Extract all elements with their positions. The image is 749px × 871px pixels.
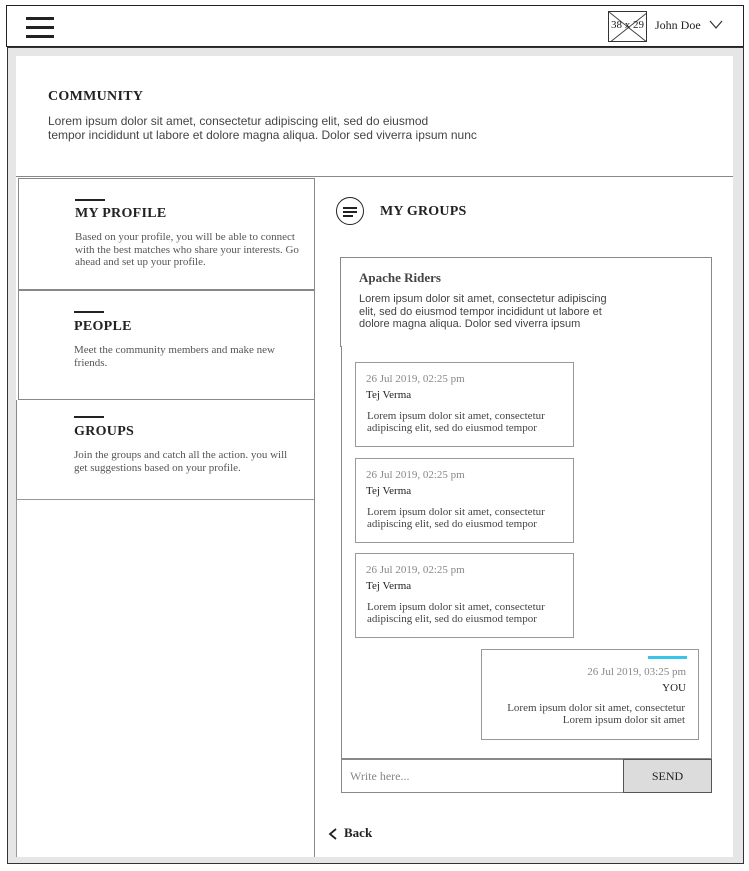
chat-input[interactable] — [342, 760, 623, 792]
message-time: 26 Jul 2019, 02:25 pm — [366, 373, 465, 385]
chat-message: 26 Jul 2019, 02:25 pm Tej Verma Lorem ip… — [355, 362, 574, 447]
top-bar: 38 x 29 John Doe — [6, 5, 744, 47]
send-button[interactable]: SEND — [623, 759, 712, 793]
nav-card-my-profile[interactable]: MY PROFILE Based on your profile, you wi… — [18, 178, 315, 290]
chevron-left-icon — [328, 828, 337, 840]
message-text-line: Lorem ipsum dolor sit amet, consectetur — [507, 702, 685, 714]
message-text: Lorem ipsum dolor sit amet, consectetur … — [367, 506, 545, 530]
nav-description: Meet the community members and make new … — [74, 344, 275, 369]
nav-accent-bar — [75, 199, 105, 201]
chat-message: 26 Jul 2019, 02:25 pm Tej Verma Lorem ip… — [355, 553, 574, 638]
nav-title: MY PROFILE — [75, 206, 167, 221]
menu-circle-icon[interactable] — [336, 197, 364, 225]
nav-description: Based on your profile, you will be able … — [75, 231, 299, 268]
nav-title: GROUPS — [74, 424, 135, 439]
message-author: Tej Verma — [366, 580, 412, 592]
column-divider — [314, 178, 315, 857]
message-author: Tej Verma — [366, 389, 412, 401]
own-chat-message: 26 Jul 2019, 03:25 pm YOU Lorem ipsum do… — [481, 649, 699, 740]
section-title: MY GROUPS — [380, 204, 467, 219]
chat-message: 26 Jul 2019, 02:25 pm Tej Verma Lorem ip… — [355, 458, 574, 543]
header-divider — [16, 176, 733, 177]
nav-accent-bar — [74, 416, 104, 418]
avatar-placeholder-label: 38 x 29 — [611, 19, 644, 31]
page-description-line: Lorem ipsum dolor sit amet, consectetur … — [48, 114, 429, 128]
message-author: Tej Verma — [366, 485, 412, 497]
message-text: Lorem ipsum dolor sit amet, consectetur … — [367, 410, 545, 434]
message-time: 26 Jul 2019, 03:25 pm — [587, 666, 686, 678]
nav-description: Join the groups and catch all the action… — [74, 449, 288, 474]
nav-title: PEOPLE — [74, 319, 132, 334]
page-description: Lorem ipsum dolor sit amet, consectetur … — [48, 114, 508, 142]
nav-empty-area — [16, 499, 315, 857]
message-time: 26 Jul 2019, 02:25 pm — [366, 564, 465, 576]
nav-accent-bar — [74, 311, 104, 313]
chat-input-box — [341, 759, 624, 793]
user-name[interactable]: John Doe — [655, 18, 701, 33]
message-text: Lorem ipsum dolor sit amet, consectetur … — [485, 702, 685, 726]
group-description: Lorem ipsum dolor sit amet, consectetur … — [359, 293, 607, 330]
nav-card-people[interactable]: PEOPLE Meet the community members and ma… — [18, 290, 315, 400]
page-description-line: tempor incididunt ut labore et dolore ma… — [48, 128, 477, 142]
hamburger-icon[interactable] — [26, 17, 56, 39]
message-text-line: Lorem ipsum dolor sit amet — [562, 714, 685, 726]
group-name: Apache Riders — [359, 270, 441, 285]
message-time: 26 Jul 2019, 02:25 pm — [366, 469, 465, 481]
page-title: COMMUNITY — [48, 89, 144, 104]
own-message-accent — [648, 656, 687, 659]
message-text: Lorem ipsum dolor sit amet, consectetur … — [367, 601, 545, 625]
message-author: YOU — [662, 682, 686, 694]
avatar[interactable]: 38 x 29 — [608, 11, 647, 42]
nav-card-groups[interactable]: GROUPS Join the groups and catch all the… — [16, 400, 315, 500]
chevron-down-icon[interactable] — [709, 19, 723, 31]
back-label: Back — [344, 825, 373, 840]
